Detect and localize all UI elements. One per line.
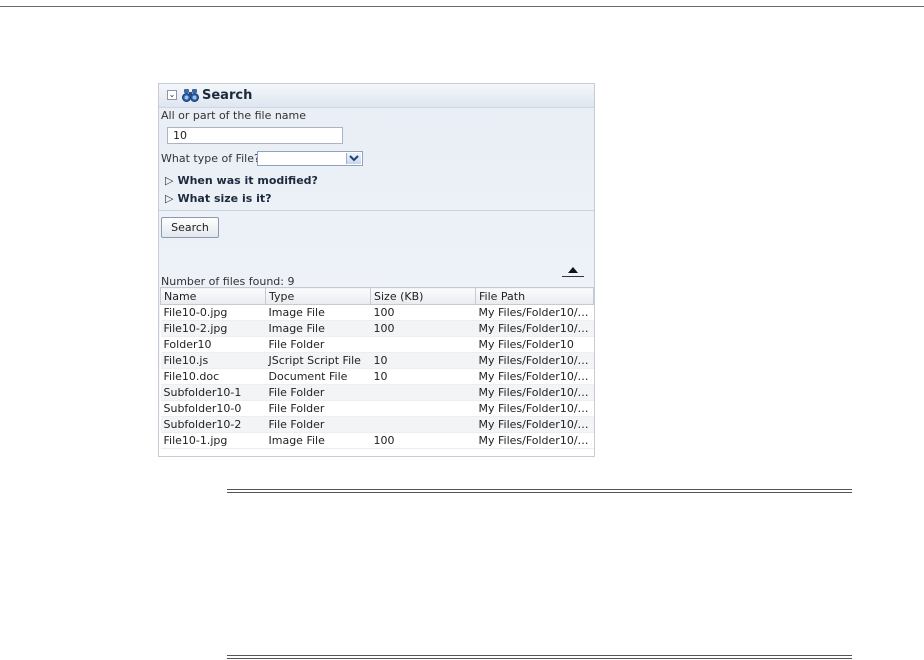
cell-path: My Files/Folder10/Fil...: [475, 352, 594, 369]
size-section-label: What size is it?: [177, 192, 272, 205]
cell-type: Document File: [265, 368, 371, 385]
chevron-down-icon[interactable]: ⌄: [167, 90, 177, 100]
column-header-type[interactable]: Type: [265, 287, 371, 305]
cell-type: Image File: [265, 320, 371, 337]
cell-path: My Files/Folder10: [475, 336, 594, 353]
file-name-label: All or part of the file name: [161, 109, 307, 122]
triangle-right-icon: ▷: [165, 192, 174, 205]
triangle-right-icon: ▷: [165, 174, 174, 187]
collapse-results-button[interactable]: [562, 265, 584, 277]
cell-name: File10-1.jpg: [160, 432, 266, 449]
search-panel-title: Search: [202, 88, 253, 103]
cell-type: File Folder: [265, 416, 371, 433]
table-row[interactable]: File10.js JScript Script File 10 My File…: [160, 352, 594, 369]
cell-path: My Files/Folder10/Su...: [475, 304, 594, 321]
cell-name: File10.doc: [160, 368, 266, 385]
cell-path: My Files/Folder10/Su...: [475, 400, 594, 417]
cell-type: File Folder: [265, 400, 371, 417]
cell-name: Subfolder10-2: [160, 416, 266, 433]
cell-path: My Files/Folder10/Su...: [475, 320, 594, 337]
column-header-path[interactable]: File Path: [475, 287, 594, 305]
cell-size: [370, 336, 476, 353]
cell-name: File10-2.jpg: [160, 320, 266, 337]
triangle-up-icon: [568, 267, 578, 273]
cell-size: [370, 384, 476, 401]
cell-size: 100: [370, 320, 476, 337]
results-table: Name Type Size (KB) File Path File10-0.j…: [160, 287, 594, 449]
cell-path: My Files/Folder10/Su...: [475, 432, 594, 449]
table-row[interactable]: Subfolder10-2 File Folder My Files/Folde…: [160, 416, 594, 433]
chevron-down-icon: [349, 155, 359, 162]
column-header-name[interactable]: Name: [160, 287, 266, 305]
cell-type: JScript Script File: [265, 352, 371, 369]
cell-size: 100: [370, 304, 476, 321]
cell-type: Image File: [265, 432, 371, 449]
table-row[interactable]: Subfolder10-1 File Folder My Files/Folde…: [160, 384, 594, 401]
cell-size: [370, 416, 476, 433]
cell-type: File Folder: [265, 336, 371, 353]
cell-size: 100: [370, 432, 476, 449]
note-top-rule-1: [227, 489, 852, 490]
note-bottom-rule-1: [227, 655, 852, 656]
search-panel: ⌄ Search All or part of the file name Wh…: [158, 83, 595, 457]
note-top-rule-2: [227, 492, 852, 493]
file-type-label: What type of File?: [161, 152, 260, 165]
table-row[interactable]: File10-0.jpg Image File 100 My Files/Fol…: [160, 304, 594, 321]
modified-section-label: When was it modified?: [177, 174, 318, 187]
table-row[interactable]: File10-2.jpg Image File 100 My Files/Fol…: [160, 320, 594, 337]
modified-section-toggle[interactable]: ▷ When was it modified?: [165, 174, 318, 187]
divider: [159, 210, 594, 211]
cell-size: 10: [370, 352, 476, 369]
cell-size: [370, 400, 476, 417]
search-button[interactable]: Search: [161, 217, 219, 238]
table-row[interactable]: Folder10 File Folder My Files/Folder10: [160, 336, 594, 353]
cell-type: Image File: [265, 304, 371, 321]
cell-size: 10: [370, 368, 476, 385]
dropdown-arrow[interactable]: [346, 153, 361, 164]
cell-name: Subfolder10-1: [160, 384, 266, 401]
cell-path: My Files/Folder10/Su...: [475, 384, 594, 401]
page-top-rule: [0, 6, 924, 7]
cell-name: File10-0.jpg: [160, 304, 266, 321]
table-row[interactable]: File10.doc Document File 10 My Files/Fol…: [160, 368, 594, 385]
cell-path: My Files/Folder10/Fil...: [475, 368, 594, 385]
table-row[interactable]: File10-1.jpg Image File 100 My Files/Fol…: [160, 432, 594, 449]
cell-type: File Folder: [265, 384, 371, 401]
file-type-select[interactable]: [257, 151, 363, 166]
cell-name: Subfolder10-0: [160, 400, 266, 417]
table-row[interactable]: Subfolder10-0 File Folder My Files/Folde…: [160, 400, 594, 417]
size-section-toggle[interactable]: ▷ What size is it?: [165, 192, 272, 205]
table-header-row: Name Type Size (KB) File Path: [160, 287, 594, 305]
binoculars-icon: [182, 89, 199, 102]
file-name-input[interactable]: [167, 127, 343, 144]
search-panel-header: ⌄ Search: [159, 84, 594, 108]
cell-name: Folder10: [160, 336, 266, 353]
note-bottom-rule-2: [227, 658, 852, 659]
column-header-size[interactable]: Size (KB): [370, 287, 476, 305]
cell-path: My Files/Folder10/Su...: [475, 416, 594, 433]
cell-name: File10.js: [160, 352, 266, 369]
